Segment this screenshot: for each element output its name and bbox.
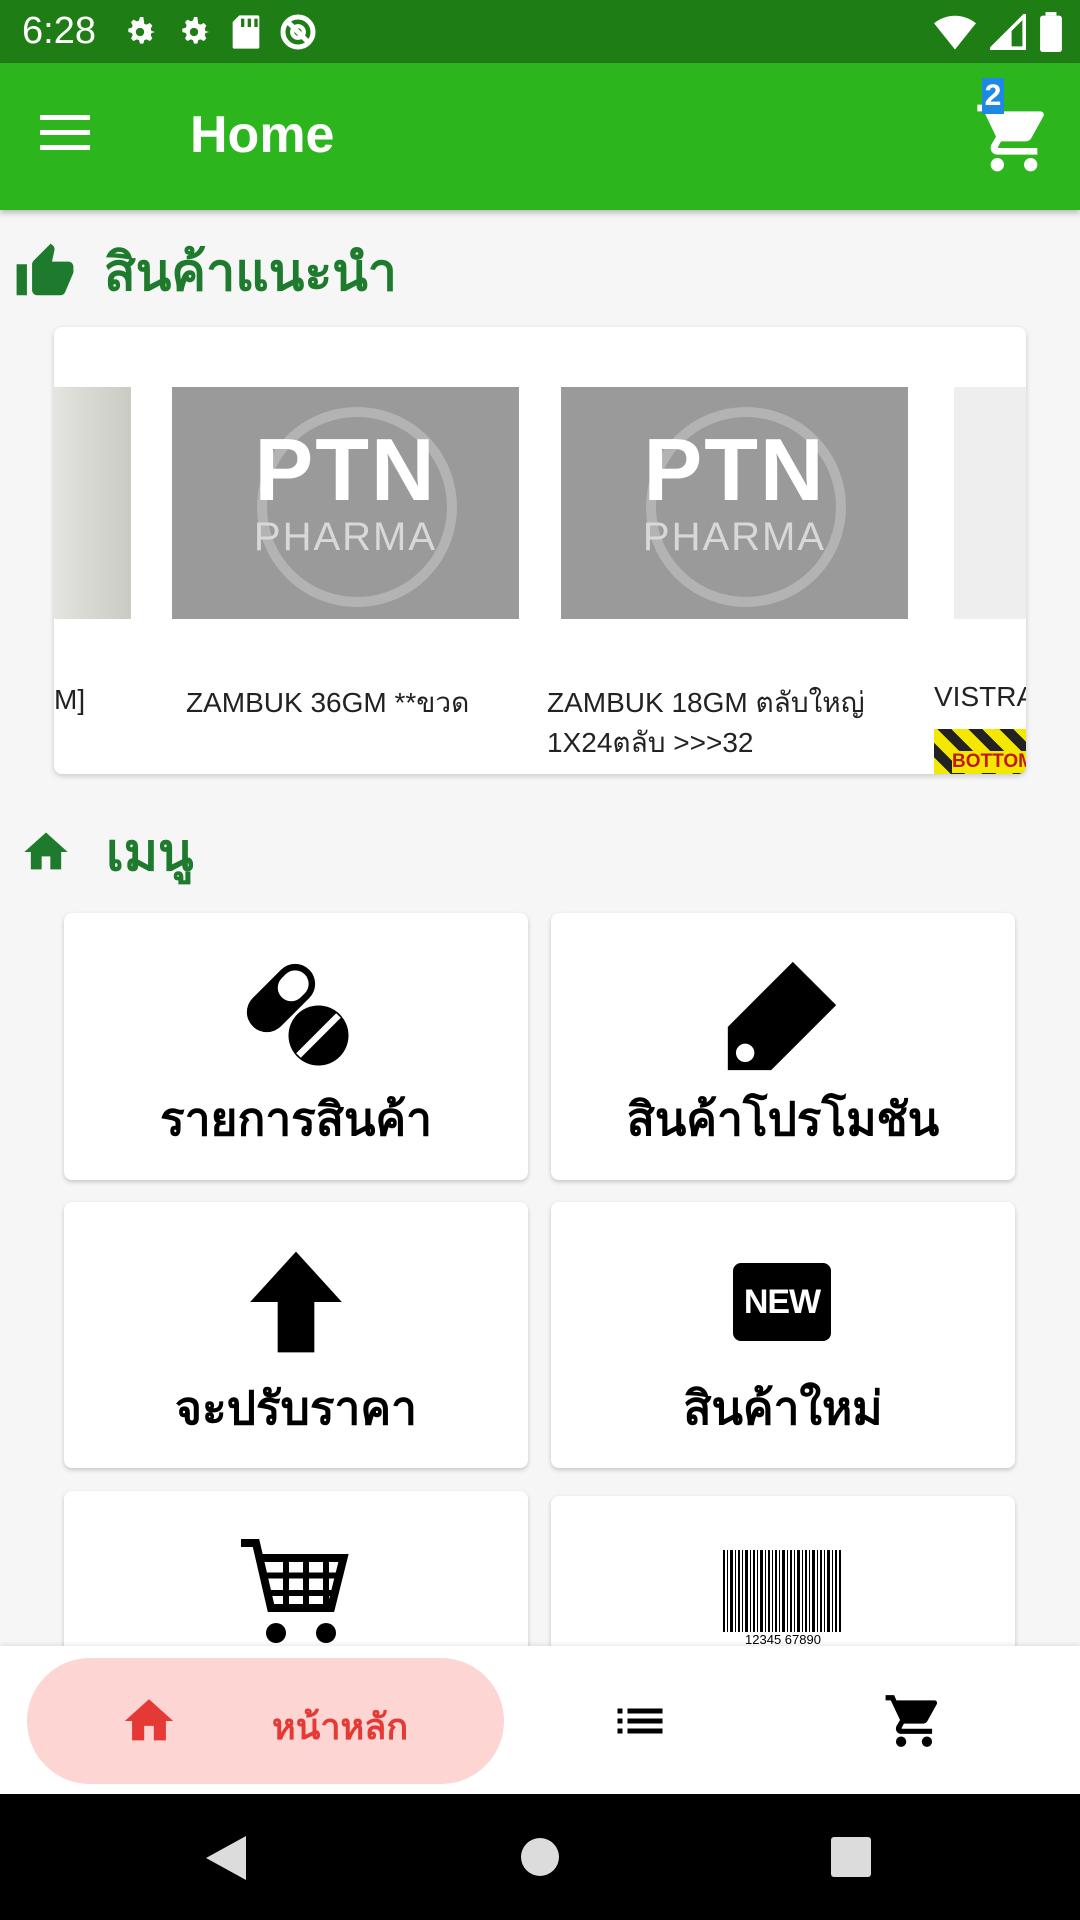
menu-card-product-list[interactable]: รายการสินค้า bbox=[64, 913, 528, 1180]
product-image bbox=[54, 387, 131, 619]
battery-icon bbox=[1040, 12, 1062, 52]
status-icons-right bbox=[934, 10, 1062, 54]
menu-title: เมนู bbox=[106, 823, 194, 883]
gear-icon bbox=[128, 17, 155, 44]
system-nav-bar bbox=[0, 1794, 1080, 1920]
svg-text:12345 67890: 12345 67890 bbox=[745, 1632, 821, 1646]
menu-card-label: สินค้าโปรโมชัน bbox=[626, 1092, 940, 1146]
product-card[interactable]: PTN PHARMA ZAMBUK 36GM **ขวด bbox=[154, 327, 534, 774]
signal-icon bbox=[990, 14, 1026, 50]
product-name: M] bbox=[54, 684, 86, 715]
recommended-header: สินค้าแนะนำ bbox=[14, 230, 397, 313]
data-saver-icon bbox=[280, 14, 316, 50]
product-card[interactable]: M] bbox=[54, 327, 134, 774]
cart-icon bbox=[885, 1695, 938, 1747]
home-icon bbox=[124, 1699, 174, 1741]
bottom-nav: หน้าหลัก bbox=[0, 1646, 1080, 1794]
menu-card-label: จะปรับราคา bbox=[175, 1381, 417, 1435]
menu-card-label: รายการสินค้า bbox=[159, 1092, 432, 1146]
status-time: 6:28 bbox=[22, 10, 96, 52]
recents-icon[interactable] bbox=[831, 1837, 871, 1877]
back-icon[interactable] bbox=[204, 1834, 248, 1882]
tag-icon bbox=[727, 961, 837, 1071]
nav-cart-tab[interactable] bbox=[864, 1676, 964, 1766]
menu-card-price-change[interactable]: จะปรับราคา bbox=[64, 1202, 528, 1468]
menu-button[interactable] bbox=[40, 113, 100, 159]
menu-header: เมนู bbox=[20, 810, 194, 893]
pill-icon bbox=[246, 963, 349, 1066]
gear-icon bbox=[182, 17, 209, 44]
recommended-title: สินค้าแนะนำ bbox=[104, 243, 398, 303]
sd-card-icon bbox=[232, 15, 260, 49]
wifi-icon bbox=[934, 15, 976, 50]
product-name: VISTRA bbox=[934, 681, 1026, 712]
menu-card-label: สินค้าใหม่ bbox=[683, 1381, 883, 1435]
status-icons-left bbox=[120, 10, 318, 54]
nav-home-tab[interactable]: หน้าหลัก bbox=[27, 1658, 504, 1784]
cart-count-badge: 2 bbox=[982, 78, 1004, 114]
product-image: PTN PHARMA bbox=[561, 387, 908, 619]
page-title: Home bbox=[190, 106, 335, 164]
menu-card-promotion[interactable]: สินค้าโปรโมชัน bbox=[551, 913, 1015, 1180]
recommended-carousel[interactable]: M] PTN PHARMA ZAMBUK 36GM **ขวด PTN PHAR… bbox=[54, 327, 1026, 774]
status-bar: 6:28 bbox=[0, 0, 1080, 63]
list-icon bbox=[617, 1708, 663, 1734]
cart-icon bbox=[241, 1539, 349, 1643]
product-name: ZAMBUK 36GM **ขวด bbox=[186, 687, 470, 718]
barcode-icon: 12345 67890 bbox=[723, 1550, 841, 1646]
product-card[interactable]: VISTRA BOTTOM bbox=[930, 327, 1026, 774]
product-image bbox=[954, 387, 1026, 619]
home-icon bbox=[24, 832, 68, 869]
app-bar: Home bbox=[0, 63, 1080, 210]
nav-list-tab[interactable] bbox=[590, 1676, 690, 1766]
menu-card-new-products[interactable]: NEW สินค้าใหม่ bbox=[551, 1202, 1015, 1468]
new-badge-icon: NEW bbox=[733, 1263, 831, 1341]
nav-home-label: หน้าหลัก bbox=[272, 1707, 409, 1748]
product-badge: BOTTOM bbox=[934, 729, 1026, 774]
thumbs-up-icon bbox=[16, 243, 74, 295]
hamburger-icon bbox=[40, 115, 90, 150]
product-card[interactable]: PTN PHARMA ZAMBUK 18GM ตลับใหญ่ 1X24ตลับ… bbox=[543, 327, 923, 774]
product-image: PTN PHARMA bbox=[172, 387, 519, 619]
home-circle-icon[interactable] bbox=[520, 1837, 560, 1877]
arrow-up-icon bbox=[250, 1251, 342, 1353]
product-name: ZAMBUK 18GM ตลับใหญ่ 1X24ตลับ >>>32 bbox=[547, 687, 865, 758]
